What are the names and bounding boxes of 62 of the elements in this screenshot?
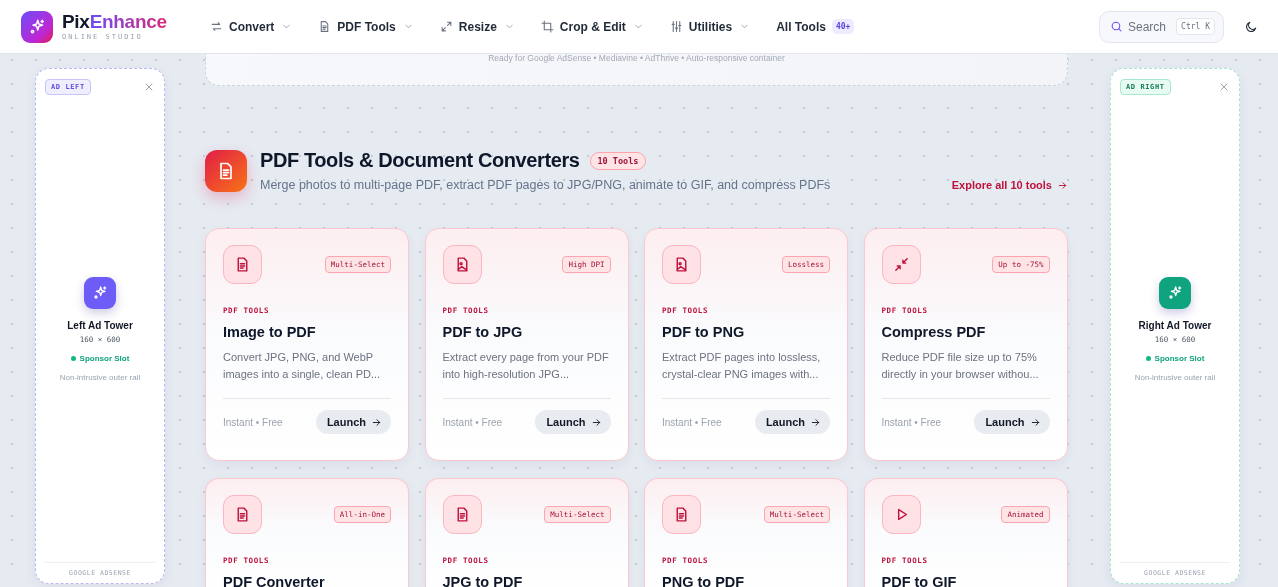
card-description: Reduce PDF file size up to 75% directly in your browser withou... <box>881 350 1040 382</box>
card-description: Extract PDF pages into lossless, crystal-clear PNG images with... <box>662 350 822 382</box>
arrows-icon <box>210 20 223 33</box>
nav-menu[interactable]: Convert <box>197 11 306 42</box>
section-title: PDF Tools & Document Converters <box>260 149 580 172</box>
search-icon <box>1110 20 1123 33</box>
document-icon <box>442 495 482 534</box>
play-icon <box>881 495 921 534</box>
launch-button[interactable]: Launch <box>315 410 391 434</box>
image-file-icon <box>662 245 701 284</box>
crop-icon <box>540 20 554 33</box>
compress-icon <box>881 245 921 284</box>
document-icon <box>223 245 262 284</box>
status-dot <box>1145 356 1151 361</box>
nav-menu[interactable]: Resize <box>426 11 528 42</box>
arrow-icon <box>371 416 382 428</box>
launch-button[interactable]: Launch <box>535 410 611 434</box>
card-title: PDF to JPG <box>442 324 524 340</box>
banner-text: Ready for Google AdSense • Mediavine • AdThrive • Auto-responsive container <box>488 53 785 65</box>
tool-count-badge: 10 Tools <box>589 151 647 170</box>
card-title: PDF to GIF <box>881 574 958 587</box>
launch-button[interactable]: Launch <box>754 410 830 434</box>
status-label: Sponsor Slot <box>1154 354 1205 363</box>
card-meta: Instant • Free <box>881 416 942 428</box>
status-dot <box>70 356 76 361</box>
rail-note: Non-intrusive outer rail <box>1134 373 1216 382</box>
resize-icon <box>439 20 453 33</box>
nav-menu[interactable]: Crop & Edit <box>527 11 657 42</box>
section-subtitle: Merge photos to multi-page PDF, extract PDF pages to JPG/PNG, animate to GIF, and compress PDFs <box>260 178 832 192</box>
card-title: Image to PDF <box>223 324 317 340</box>
logo-icon[interactable] <box>21 10 53 43</box>
arrow-icon <box>810 416 821 428</box>
nav-menu[interactable]: All Tools 40+ <box>763 11 868 42</box>
document-icon <box>205 149 247 192</box>
rail-note: Non-intrusive outer rail <box>59 373 141 382</box>
arrow-icon <box>1057 179 1068 191</box>
card-meta: Instant • Free <box>223 416 283 428</box>
card-meta: Instant • Free <box>662 416 722 428</box>
sliders-icon <box>669 20 683 33</box>
shortcut-key: Ctrl K <box>1176 18 1215 35</box>
rail-title: Right Ad Tower <box>1138 320 1212 331</box>
search-field[interactable]: Search Ctrl K <box>1099 10 1224 43</box>
explore-link[interactable]: Explore all 10 tools <box>951 179 1068 191</box>
image-file-icon <box>442 245 482 284</box>
card-meta: Instant • Free <box>442 416 503 428</box>
nav-menu[interactable]: PDF Tools <box>305 11 427 42</box>
moon-icon[interactable] <box>1244 19 1258 34</box>
status-label: Sponsor Slot <box>79 354 130 363</box>
arrow-icon <box>590 416 602 428</box>
card-title: PDF to PNG <box>662 324 746 340</box>
card-title: JPG to PDF <box>442 574 524 587</box>
rail-title: Left Ad Tower <box>67 320 133 331</box>
card-title: PDF Converter <box>223 574 326 587</box>
card-title: PNG to PDF <box>662 574 746 587</box>
arrow-icon <box>1029 416 1041 428</box>
card-description: Extract every page from your PDF into high-resolution JPG... <box>442 350 610 382</box>
launch-button[interactable]: Launch <box>974 410 1050 434</box>
card-title: Compress PDF <box>881 324 987 340</box>
document-icon <box>662 495 701 534</box>
nav-menu[interactable]: Utilities <box>656 11 764 42</box>
card-description: Convert JPG, PNG, and WebP images into a single, clean PD... <box>223 350 382 382</box>
document-icon <box>223 495 262 534</box>
